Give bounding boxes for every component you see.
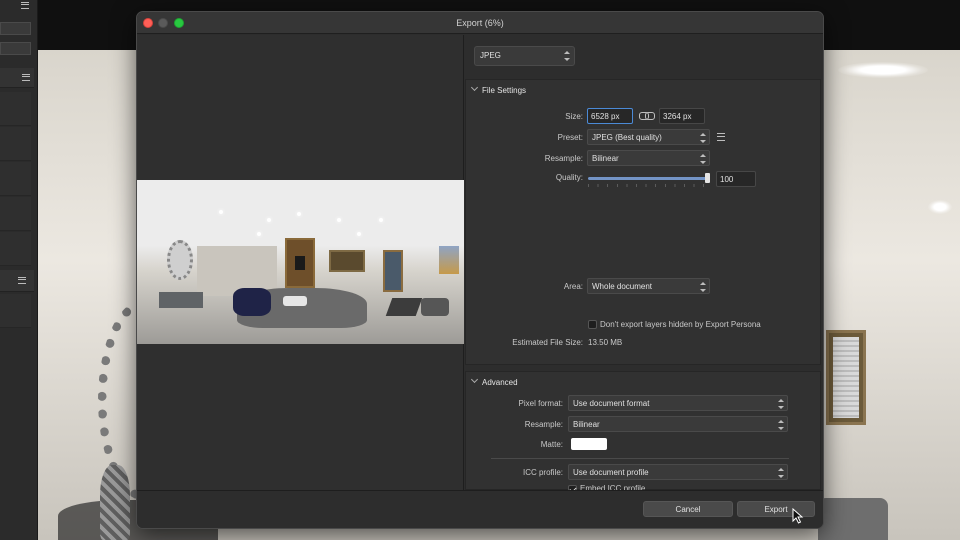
ceiling-light xyxy=(297,212,301,216)
window xyxy=(329,250,365,272)
chevron-updown-icon xyxy=(700,281,706,293)
menu-icon[interactable] xyxy=(22,74,30,81)
chevron-updown-icon xyxy=(564,50,570,62)
advanced-resample-value: Bilinear xyxy=(573,420,600,429)
advanced-resample-label: Resample: xyxy=(524,420,563,429)
ceiling-light xyxy=(357,232,361,236)
file-settings-title: File Settings xyxy=(482,86,527,95)
left-panel xyxy=(0,0,38,540)
vase xyxy=(100,465,130,540)
chevron-updown-icon xyxy=(700,132,706,144)
panel-row[interactable] xyxy=(0,294,31,328)
height-field[interactable]: 3264 px xyxy=(659,108,705,124)
panel-header xyxy=(0,68,34,88)
menu-icon[interactable] xyxy=(18,277,26,284)
panel-row[interactable] xyxy=(0,232,31,266)
ceiling-light xyxy=(267,218,271,222)
estimated-size-value: 13.50 MB xyxy=(588,338,623,347)
preset-value: JPEG (Best quality) xyxy=(592,133,662,142)
quality-slider[interactable] xyxy=(588,173,710,183)
ceiling-light xyxy=(337,218,341,222)
chevron-updown-icon xyxy=(700,153,706,165)
hidden-layers-checkbox[interactable] xyxy=(588,320,597,329)
ceiling-light xyxy=(219,210,223,214)
preset-dropdown[interactable]: JPEG (Best quality) xyxy=(587,129,710,145)
coffee-table xyxy=(283,296,307,306)
matte-color-swatch[interactable] xyxy=(571,438,607,450)
preset-label: Preset: xyxy=(557,133,583,142)
panel-row[interactable] xyxy=(0,127,31,161)
pointer-cursor-icon xyxy=(792,508,804,524)
panel-row[interactable] xyxy=(0,162,31,196)
format-value: JPEG xyxy=(480,51,501,60)
quality-ticks xyxy=(588,184,710,187)
bench xyxy=(159,292,203,308)
resample-value: Bilinear xyxy=(592,154,619,163)
preview-image xyxy=(137,180,464,344)
ceiling-light xyxy=(257,232,261,236)
quality-label: Quality: xyxy=(555,173,583,182)
chair xyxy=(421,298,449,316)
ceiling-light xyxy=(838,62,928,78)
icc-profile-dropdown[interactable]: Use document profile xyxy=(568,464,788,480)
ceiling-light xyxy=(379,218,383,222)
window xyxy=(826,330,866,425)
pixel-format-label: Pixel format: xyxy=(518,399,563,408)
format-select[interactable]: JPEG xyxy=(474,46,575,66)
estimated-size-label: Estimated File Size: xyxy=(512,338,583,347)
title-bar[interactable]: Export (6%) xyxy=(137,12,823,34)
advanced-header[interactable]: Advanced xyxy=(471,378,518,387)
width-field[interactable]: 6528 px xyxy=(587,108,633,124)
advanced-section: Advanced Pixel format: Use document form… xyxy=(465,371,821,494)
pixel-format-dropdown[interactable]: Use document format xyxy=(568,395,788,411)
area-label: Area: xyxy=(563,282,583,291)
ceiling-light xyxy=(928,200,952,214)
export-dialog: Export (6%) JPEG File Settings Size: 652… xyxy=(136,11,824,529)
quality-slider-fill xyxy=(588,177,710,180)
pixel-format-value: Use document format xyxy=(573,399,650,408)
export-preview xyxy=(137,35,464,490)
chevron-updown-icon xyxy=(778,467,784,479)
advanced-title: Advanced xyxy=(482,378,518,387)
fireplace xyxy=(285,238,315,288)
resample-dropdown[interactable]: Bilinear xyxy=(587,150,710,166)
chevron-down-icon xyxy=(471,85,478,92)
area-dropdown[interactable]: Whole document xyxy=(587,278,710,294)
file-settings-header[interactable]: File Settings xyxy=(471,86,526,95)
menu-icon[interactable] xyxy=(21,2,29,9)
link-icon[interactable] xyxy=(639,112,655,120)
panel-header xyxy=(0,270,34,292)
dialog-title: Export (6%) xyxy=(456,18,504,28)
quality-field[interactable]: 100 xyxy=(716,171,756,187)
panel-field[interactable] xyxy=(0,22,31,35)
panel-row[interactable] xyxy=(0,197,31,231)
resample-label: Resample: xyxy=(544,154,583,163)
chevron-down-icon xyxy=(471,377,478,384)
list-icon[interactable] xyxy=(717,133,725,141)
icc-profile-value: Use document profile xyxy=(573,468,649,477)
painting xyxy=(439,246,459,274)
area-value: Whole document xyxy=(592,282,653,291)
settings-pane: JPEG File Settings Size: 6528 px 3264 px… xyxy=(464,35,823,494)
size-label: Size: xyxy=(565,112,583,121)
panel-dropdown[interactable] xyxy=(0,42,31,55)
chevron-updown-icon xyxy=(778,398,784,410)
icc-profile-label: ICC profile: xyxy=(522,468,563,477)
file-settings-section: File Settings Size: 6528 px 3264 px Pres… xyxy=(465,79,821,365)
section-divider xyxy=(491,458,789,459)
quality-slider-thumb[interactable] xyxy=(705,173,710,183)
cancel-button[interactable]: Cancel xyxy=(643,501,733,517)
door xyxy=(383,250,403,292)
sofa xyxy=(818,498,888,540)
advanced-resample-dropdown[interactable]: Bilinear xyxy=(568,416,788,432)
rug xyxy=(385,298,423,316)
dialog-footer: Cancel Export xyxy=(137,490,823,528)
panel-row[interactable] xyxy=(0,92,31,126)
mirror xyxy=(167,240,193,280)
matte-label: Matte: xyxy=(540,440,563,449)
chevron-updown-icon xyxy=(778,419,784,431)
hidden-layers-label: Don't export layers hidden by Export Per… xyxy=(600,320,761,329)
throw-blanket xyxy=(233,288,271,316)
